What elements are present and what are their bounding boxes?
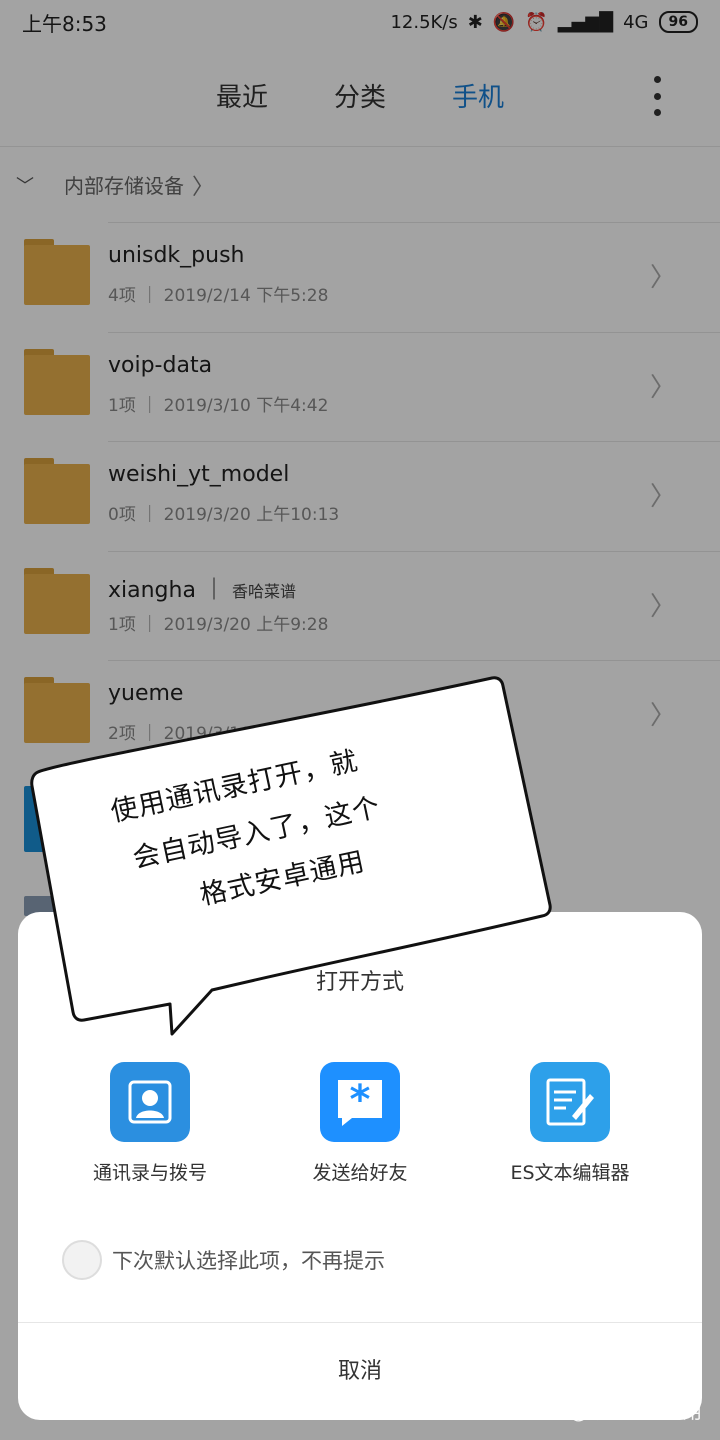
app-contacts[interactable]: 通讯录与拨号 [50,1062,250,1185]
app-label: ES文本编辑器 [510,1162,630,1184]
sheet-title: 打开方式 [315,970,404,995]
app-send-to-friend[interactable]: * 发送给好友 [260,1062,460,1185]
watermark: 知乎 @教育的副作用 [524,1401,702,1423]
app-label: 通讯录与拨号 [92,1162,207,1184]
remember-radio[interactable] [62,1240,102,1280]
app-label: 发送给好友 [312,1162,408,1184]
contacts-icon [110,1062,190,1142]
svg-text:*: * [350,1077,371,1123]
remember-choice[interactable]: 下次默认选择此项，不再提示 [62,1240,385,1280]
remember-label: 下次默认选择此项，不再提示 [112,1249,385,1273]
divider [18,1322,702,1323]
app-es-editor[interactable]: ES文本编辑器 [470,1062,670,1185]
open-with-sheet: 打开方式 通讯录与拨号 * 发送给好友 ES文本编辑器 下次默认选择此项，不再提… [18,912,702,1420]
es-editor-icon [530,1062,610,1142]
asterisk-chat-icon: * [320,1062,400,1142]
